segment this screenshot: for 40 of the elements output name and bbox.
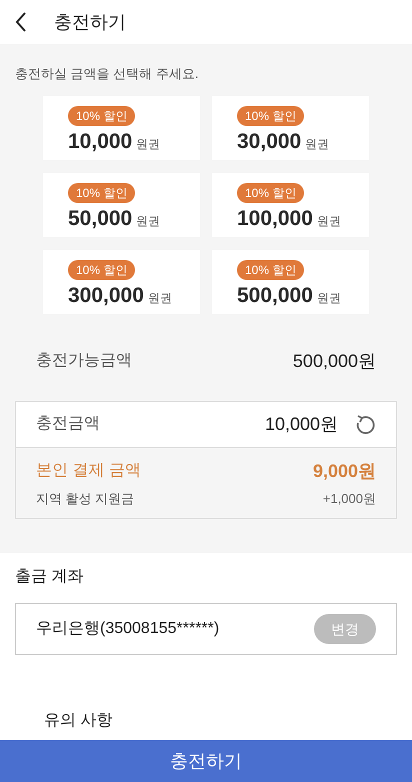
- voucher-card[interactable]: 10% 할인 500,000 원권: [212, 250, 369, 314]
- voucher-amount: 500,000: [237, 282, 313, 308]
- voucher-amount: 100,000: [237, 206, 313, 232]
- voucher-unit: 원권: [136, 136, 160, 152]
- voucher-card[interactable]: 10% 할인 30,000 원권: [212, 96, 369, 160]
- voucher-unit: 원권: [305, 136, 330, 152]
- support-value: +1,000원: [322, 490, 376, 508]
- account-value: 우리은행(35008155******): [36, 619, 220, 639]
- support-label: 지역 활성 지원금: [36, 490, 134, 508]
- reset-icon[interactable]: [354, 413, 376, 435]
- charge-value: 10,000원: [264, 412, 338, 436]
- voucher-amount: 30,000: [237, 128, 302, 154]
- discount-badge: 10% 할인: [68, 106, 136, 126]
- voucher-amount: 300,000: [68, 282, 144, 308]
- discount-badge: 10% 할인: [237, 182, 304, 202]
- available-value: 500,000원: [292, 350, 376, 372]
- voucher-card[interactable]: 10% 할인 50,000 원권: [43, 172, 200, 236]
- discount-badge: 10% 할인: [237, 106, 304, 126]
- voucher-amount: 50,000: [68, 206, 132, 232]
- voucher-unit: 원권: [136, 212, 160, 230]
- payment-value: 9,000원: [312, 460, 376, 482]
- discount-badge: 10% 할인: [68, 182, 136, 202]
- voucher-unit: 원권: [148, 290, 172, 306]
- submit-button[interactable]: 충전하기: [0, 740, 412, 782]
- voucher-card[interactable]: 10% 할인 300,000 원권: [43, 250, 200, 314]
- voucher-amount: 10,000: [68, 128, 132, 154]
- voucher-unit: 원권: [316, 212, 341, 230]
- account-heading: 출금 계좌: [15, 567, 84, 587]
- voucher-card[interactable]: 10% 할인 10,000 원권: [43, 96, 200, 160]
- available-label: 충전가능금액: [36, 351, 132, 371]
- voucher-card[interactable]: 10% 할인 100,000 원권: [212, 172, 369, 236]
- charge-label: 충전금액: [36, 414, 100, 434]
- notice-heading: 유의 사항: [44, 711, 114, 731]
- voucher-unit: 원권: [316, 290, 341, 306]
- discount-badge: 10% 할인: [237, 260, 304, 280]
- back-icon[interactable]: [14, 11, 28, 33]
- payment-label: 본인 결제 금액: [36, 461, 141, 481]
- instruction-text: 충전하실 금액을 선택해 주세요.: [15, 65, 200, 83]
- page-title: 충전하기: [54, 10, 126, 34]
- discount-badge: 10% 할인: [68, 260, 136, 280]
